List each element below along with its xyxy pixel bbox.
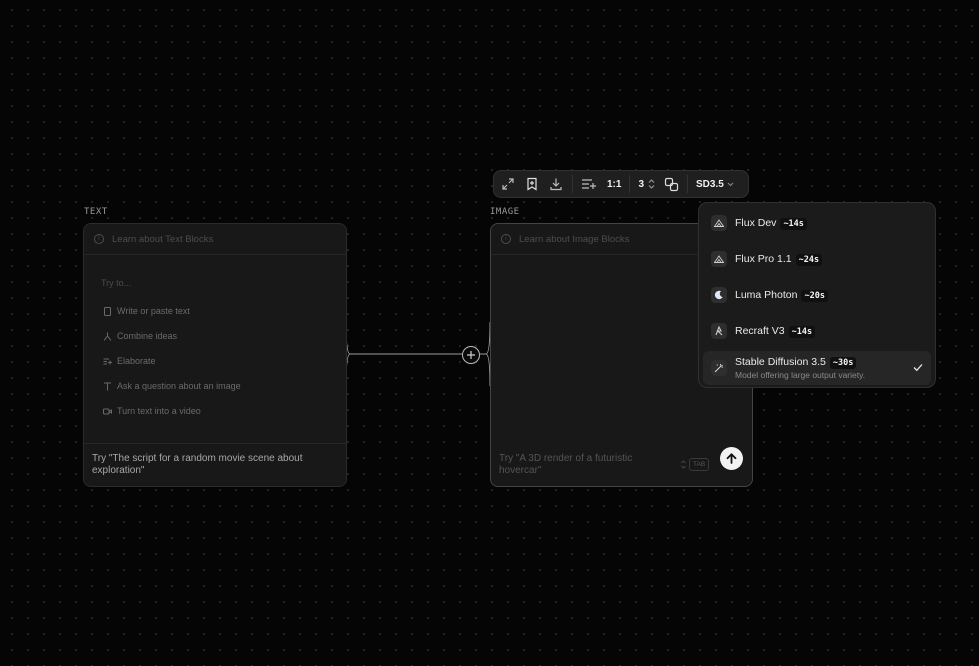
model-name: Recraft V3 [735,325,785,337]
bookmark-add-icon[interactable] [524,176,540,192]
model-time-badge: ~30s [829,357,857,369]
wand-icon [711,360,727,376]
expand-icon[interactable] [500,176,516,192]
model-description: Model offering large output variety. [735,370,866,380]
option-label: Ask a question about an image [117,381,241,391]
chevron-down-icon [727,182,734,186]
model-name: Luma Photon [735,289,798,301]
learn-text-blocks-link[interactable]: Learn about Text Blocks [112,234,213,245]
text-block-header[interactable]: i Learn about Text Blocks [84,224,346,255]
document-icon [103,306,112,316]
option-label: Write or paste text [117,306,190,316]
toolbar-divider [572,175,573,193]
model-option-flux-pro[interactable]: Flux Pro 1.1 ~24s [703,243,931,275]
arrow-up-icon [726,453,737,464]
model-name-row: Flux Pro 1.1 ~24s [735,253,823,266]
option-ask-question[interactable]: Ask a question about an image [103,381,241,391]
toolbar-divider [629,175,631,193]
model-option-recraft[interactable]: Recraft V3 ~14s [703,315,931,347]
option-write-text[interactable]: Write or paste text [103,306,190,316]
model-name: Stable Diffusion 3.5 [735,356,826,368]
luma-icon [711,287,727,303]
option-text-to-video[interactable]: Turn text into a video [103,406,201,416]
info-icon: i [501,234,511,244]
option-label: Combine ideas [117,331,178,341]
model-select-label: SD3.5 [696,178,724,190]
model-name-row: Recraft V3 ~14s [735,325,816,338]
image-prompt-input[interactable]: Try "A 3D render of a futuristic hoverca… [499,453,659,477]
model-name: Flux Pro 1.1 [735,253,792,265]
learn-image-blocks-link[interactable]: Learn about Image Blocks [519,234,629,245]
model-name-row: Flux Dev ~14s [735,217,807,230]
model-select[interactable]: SD3.5 [696,179,734,190]
model-time-badge: ~14s [788,326,816,338]
stepper-icon [648,179,655,189]
toolbar-divider [687,175,689,193]
model-name-row: Stable Diffusion 3.5 ~30s [735,356,857,369]
model-time-badge: ~24s [795,254,823,266]
add-node-button[interactable] [462,346,480,364]
merge-icon [103,332,112,341]
recraft-icon [711,323,727,339]
text-cursor-icon [103,382,112,391]
variations-icon[interactable] [663,176,679,192]
text-block-footer: Try "The script for a random movie scene… [84,443,346,486]
aspect-ratio-button[interactable]: 1:1 [607,179,621,190]
download-icon[interactable] [548,176,564,192]
image-toolbar: 1:1 3 SD3.5 [493,170,749,198]
model-option-flux-dev[interactable]: Flux Dev ~14s [703,207,931,239]
model-name-row: Luma Photon ~20s [735,289,828,302]
text-block-title: TEXT [84,207,108,217]
text-block[interactable]: i Learn about Text Blocks Try to... Writ… [83,223,347,487]
count-stepper[interactable]: 3 [638,178,655,190]
suggest-label: Try to... [101,278,132,288]
option-label: Turn text into a video [117,406,201,416]
model-dropdown: Flux Dev ~14s Flux Pro 1.1 ~24s Luma Photo… [698,202,936,388]
checkmark-icon [913,364,923,372]
model-option-stable-diffusion[interactable]: Stable Diffusion 3.5 ~30s Model offering … [703,351,931,385]
image-block-title: IMAGE [490,207,520,217]
submit-button[interactable] [720,447,743,470]
option-elaborate[interactable]: Elaborate [103,356,156,366]
text-prompt-input[interactable]: Try "The script for a random movie scene… [92,453,312,477]
lines-plus-icon [103,357,112,366]
tab-hint: TAB [681,458,710,471]
flux-icon [711,251,727,267]
model-option-luma-photon[interactable]: Luma Photon ~20s [703,279,931,311]
tab-badge: TAB [689,458,710,471]
flux-icon [711,215,727,231]
plus-icon [467,351,475,359]
count-value: 3 [638,178,645,190]
option-combine-ideas[interactable]: Combine ideas [103,331,177,341]
video-icon [103,407,112,416]
info-icon: i [94,234,104,244]
updown-small-icon [681,460,686,469]
option-label: Elaborate [117,356,156,366]
model-time-badge: ~20s [801,290,828,302]
batch-add-icon[interactable] [581,176,597,192]
model-name: Flux Dev [735,217,777,229]
model-time-badge: ~14s [780,218,807,230]
